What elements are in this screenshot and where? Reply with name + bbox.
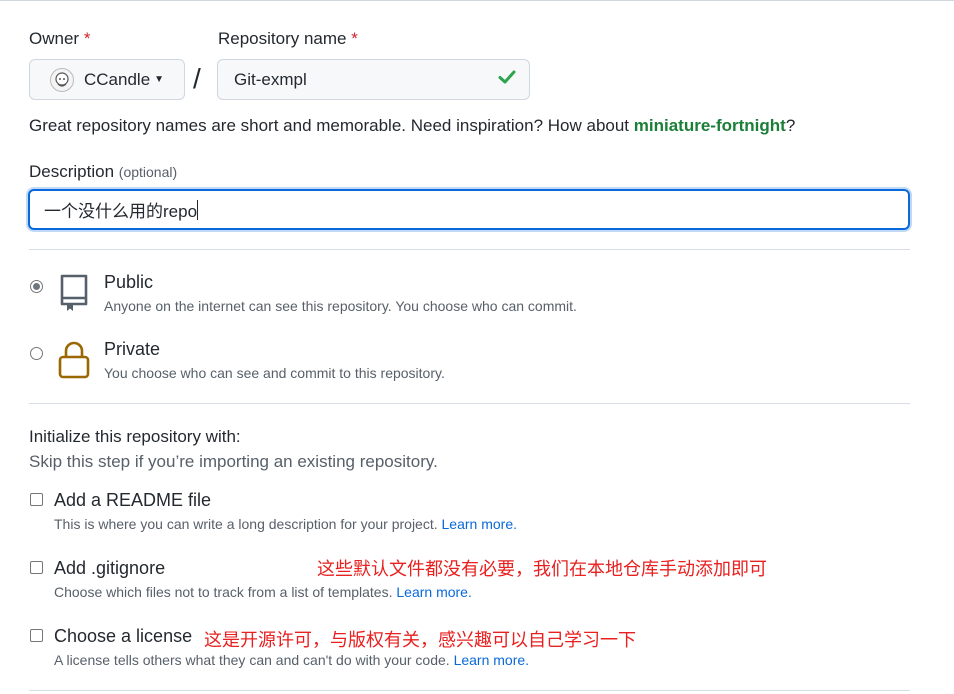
owner-required-mark: * — [83, 29, 91, 48]
description-label: Description (optional) — [29, 162, 178, 181]
repository-name-hint: Great repository names are short and mem… — [29, 116, 796, 135]
description-input[interactable]: 一个没什么用的repo — [28, 189, 910, 230]
private-radio[interactable] — [30, 347, 43, 360]
divider-bottom — [29, 690, 910, 691]
description-value: 一个没什么用的repo — [44, 202, 198, 221]
gitignore-annotation: 这些默认文件都没有必要，我们在本地仓库手动添加即可 — [317, 559, 767, 579]
top-divider — [0, 0, 954, 1]
owner-dropdown[interactable]: CCandle ▼ — [29, 59, 185, 100]
check-icon — [497, 67, 517, 92]
owner-repo-separator: / — [193, 63, 201, 94]
readme-checkbox[interactable] — [30, 493, 43, 506]
divider-visibility — [29, 249, 910, 250]
name-suggestion-link[interactable]: miniature-fortnight — [634, 116, 786, 135]
owner-label: Owner * — [29, 29, 91, 48]
gitignore-description: Choose which files not to track from a l… — [54, 584, 472, 600]
divider-initialize — [29, 403, 910, 404]
public-subtitle: Anyone on the internet can see this repo… — [104, 298, 577, 314]
optional-tag: (optional) — [118, 164, 178, 180]
public-radio[interactable] — [30, 280, 43, 293]
license-annotation: 这是开源许可，与版权有关，感兴趣可以自己学习一下 — [204, 630, 636, 650]
initialize-title: Initialize this repository with: — [29, 427, 241, 446]
license-label[interactable]: Choose a license — [54, 626, 192, 647]
readme-description: This is where you can write a long descr… — [54, 516, 517, 532]
public-title: Public — [104, 272, 154, 292]
text-cursor — [197, 199, 199, 220]
repository-name-label: Repository name * — [218, 29, 358, 48]
license-description: A license tells others what they can and… — [54, 652, 530, 668]
gitignore-learn-more-link[interactable]: Learn more. — [396, 584, 471, 600]
gitignore-label[interactable]: Add .gitignore — [54, 558, 165, 579]
repository-required-mark: * — [351, 29, 358, 48]
private-subtitle: You choose who can see and commit to thi… — [104, 365, 445, 381]
gitignore-checkbox[interactable] — [30, 561, 43, 574]
repository-name-input[interactable]: Git-exmpl — [217, 59, 530, 100]
license-checkbox[interactable] — [30, 629, 43, 642]
private-title: Private — [104, 339, 161, 359]
octocat-avatar-icon — [50, 67, 74, 92]
repo-book-icon — [57, 273, 91, 318]
readme-learn-more-link[interactable]: Learn more. — [442, 516, 517, 532]
chevron-down-icon: ▼ — [154, 74, 165, 85]
license-learn-more-link[interactable]: Learn more. — [454, 652, 529, 668]
lock-icon — [57, 340, 91, 385]
readme-label[interactable]: Add a README file — [54, 490, 211, 511]
owner-name: CCandle — [84, 69, 151, 89]
initialize-subtitle: Skip this step if you’re importing an ex… — [29, 452, 438, 471]
repository-name-value: Git-exmpl — [234, 69, 307, 89]
